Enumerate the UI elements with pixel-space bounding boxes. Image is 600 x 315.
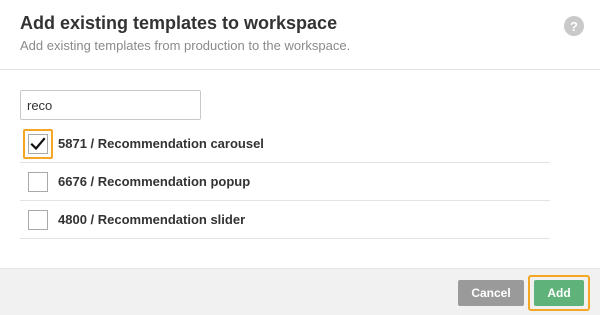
template-label: 6676 / Recommendation popup: [58, 174, 251, 189]
template-label: 4800 / Recommendation slider: [58, 212, 246, 227]
search-input[interactable]: [20, 90, 201, 120]
template-list: 5871 / Recommendation carousel 6676 / Re…: [20, 125, 550, 239]
dialog-footer: Cancel Add: [0, 268, 600, 315]
add-templates-dialog: Add existing templates to workspace Add …: [0, 0, 600, 315]
checkbox-checked[interactable]: [28, 134, 48, 154]
help-icon[interactable]: ?: [564, 16, 584, 36]
cancel-button[interactable]: Cancel: [458, 280, 524, 306]
check-icon: [30, 137, 46, 151]
template-label: 5871 / Recommendation carousel: [58, 136, 264, 151]
dialog-header: Add existing templates to workspace Add …: [0, 0, 600, 70]
dialog-title: Add existing templates to workspace: [20, 13, 338, 33]
list-item[interactable]: 4800 / Recommendation slider: [20, 201, 550, 239]
checkbox-unchecked[interactable]: [28, 172, 48, 192]
list-item[interactable]: 6676 / Recommendation popup: [20, 163, 550, 201]
add-button-highlight: Add: [528, 275, 590, 311]
list-item[interactable]: 5871 / Recommendation carousel: [20, 125, 550, 163]
checkbox-unchecked[interactable]: [28, 210, 48, 230]
add-button[interactable]: Add: [534, 280, 584, 306]
dialog-subtitle: Add existing templates from production t…: [20, 38, 351, 53]
